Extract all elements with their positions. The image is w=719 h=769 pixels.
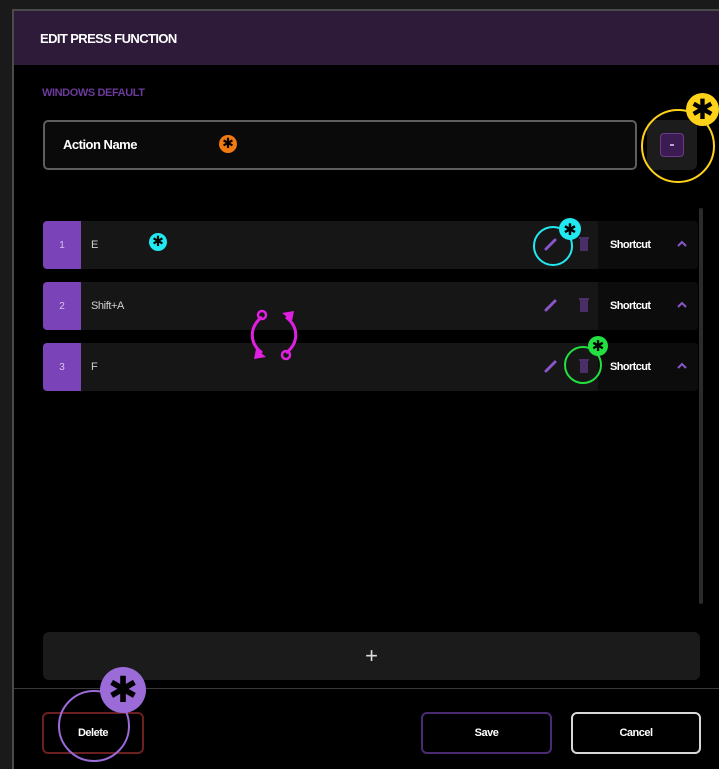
trash-icon[interactable] [578, 236, 590, 252]
row-value: F [91, 361, 98, 373]
icon-picker-button[interactable] [647, 120, 697, 170]
action-name-input[interactable]: Action Name [43, 120, 637, 170]
type-dropdown[interactable]: Shortcut [598, 282, 698, 330]
list-item: 2 Shift+A Shortcut [43, 282, 698, 330]
list-item: 1 E Shortcut [43, 221, 698, 269]
edit-press-function-dialog: EDIT PRESS FUNCTION WINDOWS DEFAULT Acti… [12, 9, 719, 769]
chevron-up-icon [677, 301, 687, 308]
chevron-up-icon [677, 362, 687, 369]
row-value: E [91, 239, 98, 251]
type-label: Shortcut [610, 300, 651, 312]
list-scrollbar[interactable] [699, 208, 703, 604]
trash-icon[interactable] [578, 358, 590, 374]
row-index: 2 [43, 282, 81, 330]
type-label: Shortcut [610, 239, 651, 251]
add-row-button[interactable]: + [43, 632, 700, 680]
icon-picker-icon [660, 133, 684, 157]
row-index: 3 [43, 343, 81, 391]
row-index: 1 [43, 221, 81, 269]
list-item: 3 F Shortcut [43, 343, 698, 391]
type-dropdown[interactable]: Shortcut [598, 221, 698, 269]
footer-divider [14, 688, 719, 689]
type-label: Shortcut [610, 361, 651, 373]
pencil-icon[interactable] [543, 358, 559, 374]
type-dropdown[interactable]: Shortcut [598, 343, 698, 391]
trash-icon[interactable] [578, 297, 590, 313]
plus-icon: + [365, 643, 378, 668]
dialog-title: EDIT PRESS FUNCTION [40, 30, 177, 46]
save-button[interactable]: Save [421, 712, 552, 754]
pencil-icon[interactable] [543, 236, 559, 252]
delete-button[interactable]: Delete [42, 712, 144, 754]
chevron-up-icon [677, 240, 687, 247]
pencil-icon[interactable] [543, 297, 559, 313]
row-value: Shift+A [91, 300, 124, 312]
dialog-header: EDIT PRESS FUNCTION [14, 11, 719, 65]
cancel-button[interactable]: Cancel [571, 712, 701, 754]
section-label: WINDOWS DEFAULT [42, 87, 145, 99]
